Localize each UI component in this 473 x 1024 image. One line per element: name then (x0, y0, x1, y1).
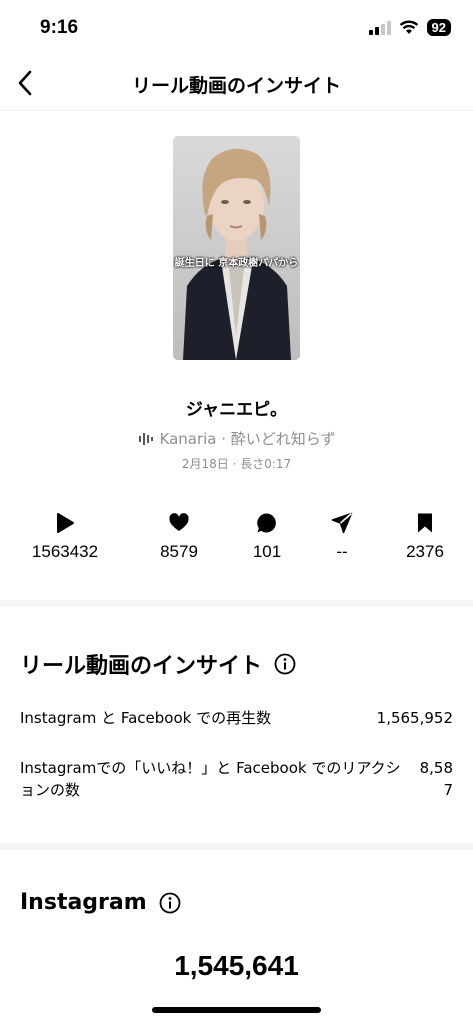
stat-plays-value: 1563432 (31, 542, 99, 561)
instagram-info-button[interactable] (159, 892, 181, 914)
insights-section-title: リール動画のインサイト (20, 648, 296, 680)
stat-likes-value: 8579 (160, 542, 198, 561)
stat-saves-value: 2376 (406, 542, 444, 561)
header: リール動画のインサイト (0, 56, 473, 111)
status-icons: 92 (368, 19, 451, 36)
play-icon (57, 513, 74, 533)
reel-thumbnail[interactable]: 誕生日に 京本政樹パパから (173, 136, 300, 360)
bookmark-icon (418, 513, 432, 533)
reel-audio-link[interactable]: Kanaria · 酔いどれ知らず (0, 428, 473, 449)
stat-shares: -- (297, 512, 387, 562)
cellular-signal-icon (368, 20, 391, 35)
wifi-icon (399, 20, 418, 34)
heart-icon (169, 513, 189, 531)
reactions-value: 8,587 (419, 759, 453, 799)
stat-saves: 2376 (380, 512, 470, 562)
reactions-row: Instagramでの「いいね！」と Facebook でのリアクションの数 8… (20, 757, 453, 803)
engagement-stats: 1563432 8579 101 -- 2376 (0, 512, 473, 572)
info-icon (159, 892, 181, 913)
reel-thumbnail-image (173, 136, 300, 360)
reel-thumbnail-caption: 誕生日に 京本政樹パパから (174, 258, 299, 269)
status-time: 9:16 (40, 17, 79, 38)
share-icon (331, 512, 353, 534)
info-icon (274, 653, 296, 675)
plays-value: 1,565,952 (376, 709, 453, 727)
plays-row: Instagram と Facebook での再生数 1,565,952 (20, 707, 453, 731)
stat-shares-value: -- (336, 542, 348, 561)
instagram-total-plays: 1,545,641 (174, 950, 299, 981)
plays-label: Instagram と Facebook での再生数 (20, 709, 272, 727)
battery-level: 92 (426, 19, 451, 36)
instagram-section-title: Instagram (20, 890, 181, 915)
instagram-section-label: Instagram (20, 890, 147, 915)
page-title: リール動画のインサイト (131, 75, 341, 97)
insights-section-label: リール動画のインサイト (20, 654, 263, 679)
section-divider (0, 843, 473, 850)
audio-waveform-icon (138, 432, 153, 445)
comment-icon (257, 513, 276, 533)
status-bar: 9:16 92 (0, 0, 473, 56)
reel-meta: 2月18日 · 長さ0:17 (181, 457, 292, 471)
stat-likes: 8579 (134, 512, 224, 562)
reel-title: ジャニエピ。 (185, 400, 288, 420)
reactions-label: Instagramでの「いいね！」と Facebook でのリアクションの数 (20, 759, 401, 799)
home-indicator[interactable] (152, 1007, 321, 1013)
stat-plays: 1563432 (20, 512, 110, 562)
reel-audio-label: Kanaria · 酔いどれ知らず (159, 430, 336, 448)
insights-info-button[interactable] (274, 653, 296, 675)
section-divider (0, 600, 473, 607)
